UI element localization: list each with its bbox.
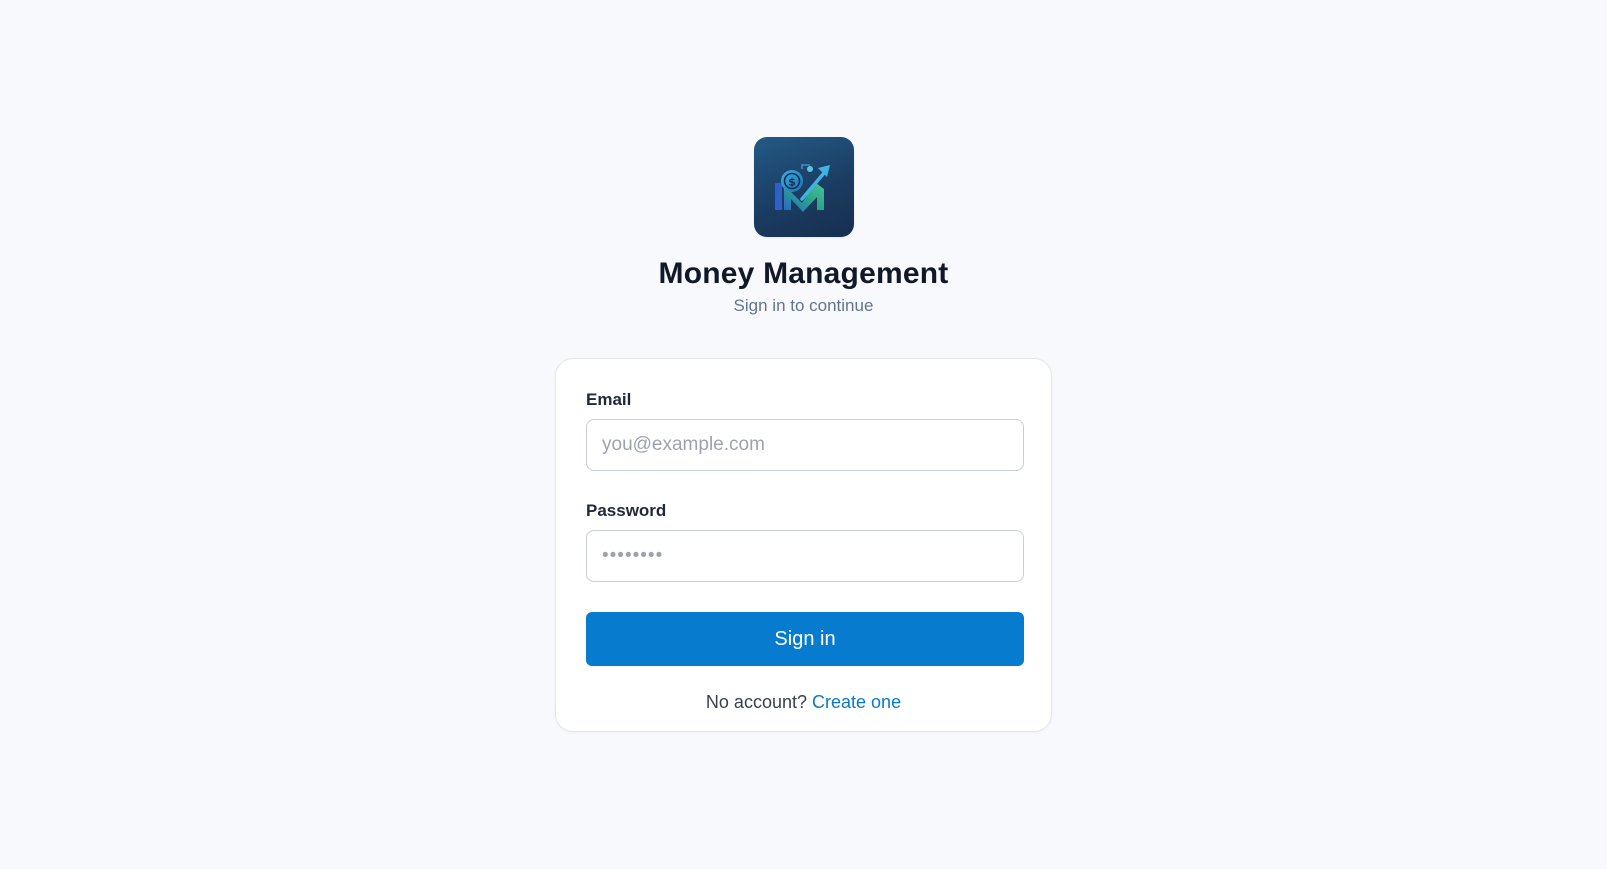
create-account-link[interactable]: Create one [812, 692, 901, 712]
no-account-text: No account? [705, 692, 807, 712]
money-management-logo-icon: $ [753, 137, 854, 237]
password-group: Password [586, 500, 1024, 582]
email-field[interactable] [586, 419, 1024, 471]
password-label: Password [586, 501, 667, 520]
sign-in-card: Email Password Sign in No account? Creat… [555, 358, 1052, 732]
app-title: Money Management [658, 257, 949, 290]
password-field[interactable] [586, 530, 1024, 582]
brand-header: $ Money Management Sign in to continue [0, 137, 1607, 317]
sign-in-button[interactable]: Sign in [586, 612, 1024, 666]
app-subtitle: Sign in to continue [733, 296, 874, 315]
create-account-prompt: No account? Create one [586, 691, 1021, 713]
svg-text:$: $ [788, 176, 796, 189]
email-label: Email [586, 390, 632, 409]
sign-in-page: $ Money Management Sign in to continue E… [0, 0, 1607, 869]
